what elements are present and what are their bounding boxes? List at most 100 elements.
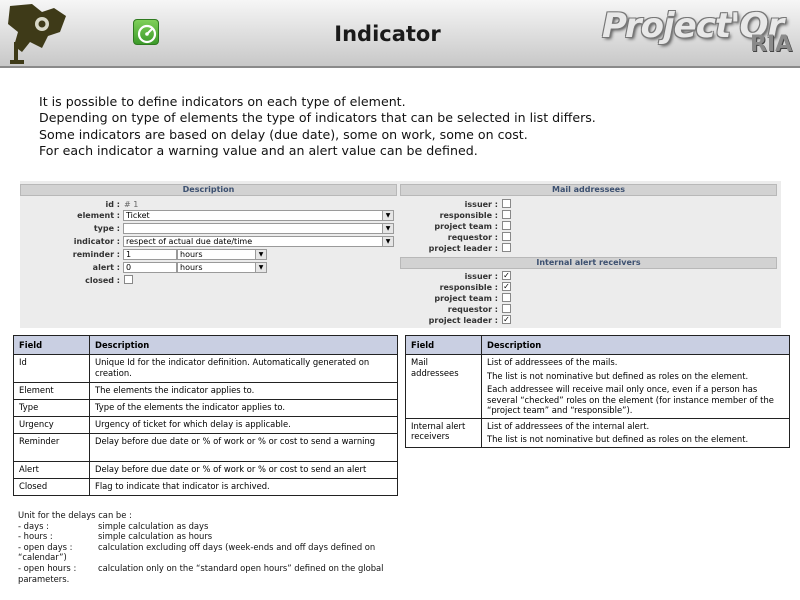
table-row: Alert Delay before due date or % of work…: [13, 461, 398, 479]
description-column-header: Description: [481, 335, 790, 355]
description-line: The list is not nominative but defined a…: [487, 370, 749, 381]
field-cell: Alert: [13, 461, 90, 479]
mail-issuer-checkbox[interactable]: [502, 199, 511, 208]
mail-project-team-checkbox[interactable]: [502, 221, 511, 230]
internal-role-label: responsible :: [439, 283, 498, 292]
indicator-form: Description id : # 1 element : Ticket ▼ …: [20, 181, 781, 328]
addressees-table: Field Description Mail addressees List o…: [405, 335, 790, 448]
unit-item: - hours : simple calculation as hours: [18, 531, 408, 542]
table-header-row: Field Description: [405, 335, 790, 355]
description-cell: Delay before due date or % of work or % …: [89, 461, 398, 479]
reminder-unit-value: hours: [180, 250, 203, 259]
internal-role-label: issuer :: [464, 272, 498, 281]
mail-project-leader-checkbox[interactable]: [502, 243, 511, 252]
table-row: Internal alert receivers List of address…: [405, 417, 790, 448]
mail-responsible-checkbox[interactable]: [502, 210, 511, 219]
mail-requestor-checkbox[interactable]: [502, 232, 511, 241]
unit-description: simple calculation as hours: [98, 531, 213, 542]
internal-responsible-checkbox[interactable]: ✓: [502, 282, 511, 291]
mail-role-label: requestor :: [447, 233, 498, 242]
table-row: Element The elements the indicator appli…: [13, 382, 398, 400]
alert-input[interactable]: 0: [123, 262, 177, 273]
mail-role-row: project leader :: [400, 243, 498, 255]
indicator-row: indicator :: [20, 236, 120, 248]
field-cell: Id: [13, 354, 90, 383]
field-cell: Urgency: [13, 416, 90, 434]
table-row: Closed Flag to indicate that indicator i…: [13, 478, 398, 496]
chevron-down-icon[interactable]: ▼: [382, 237, 393, 246]
field-column-header: Field: [13, 335, 90, 355]
table-row: Type Type of the elements the indicator …: [13, 399, 398, 417]
field-cell: Mail addressees: [405, 354, 482, 419]
table-row: Reminder Delay before due date or % of w…: [13, 433, 398, 462]
internal-role-label: requestor :: [447, 305, 498, 314]
field-cell: Internal alert receivers: [405, 417, 482, 448]
units-intro: Unit for the delays can be :: [18, 510, 132, 520]
table-row: Mail addressees List of addressees of th…: [405, 354, 790, 419]
chevron-down-icon[interactable]: ▼: [255, 250, 266, 259]
internal-issuer-checkbox[interactable]: ✓: [502, 271, 511, 280]
unit-description: simple calculation as days: [98, 520, 209, 531]
internal-requestor-checkbox[interactable]: [502, 304, 511, 313]
table-row: Id Unique Id for the indicator definitio…: [13, 354, 398, 383]
reminder-unit-select[interactable]: hours ▼: [177, 249, 267, 260]
description-line: List of addressees of the internal alert…: [487, 420, 650, 431]
chevron-down-icon[interactable]: ▼: [382, 211, 393, 220]
intro-line: Some indicators are based on delay (due …: [39, 126, 528, 142]
reminder-row: reminder :: [20, 249, 120, 261]
type-row: type :: [20, 223, 120, 235]
unit-item: - open hours : calculation only on the “s…: [18, 563, 408, 584]
unit-term: - open days :: [18, 541, 73, 552]
brand-logo: Project'Or RIA: [600, 6, 795, 62]
internal-project-team-checkbox[interactable]: [502, 293, 511, 302]
table-header-row: Field Description: [13, 335, 398, 355]
internal-project-leader-checkbox[interactable]: ✓: [502, 315, 511, 324]
field-cell: Type: [13, 399, 90, 417]
description-cell: List of addressees of the mails. The lis…: [481, 354, 790, 419]
indicator-label: indicator :: [73, 237, 120, 246]
alert-unit-value: hours: [180, 263, 203, 272]
type-select[interactable]: ▼: [123, 223, 394, 234]
indicator-select-value: respect of actual due date/time: [126, 237, 253, 246]
intro-line: Depending on type of elements the type o…: [39, 110, 596, 126]
description-line: The list is not nominative but defined a…: [487, 434, 749, 444]
closed-checkbox[interactable]: [124, 275, 133, 284]
indicator-select[interactable]: respect of actual due date/time ▼: [123, 236, 394, 247]
chevron-down-icon[interactable]: ▼: [382, 224, 393, 233]
element-select[interactable]: Ticket ▼: [123, 210, 394, 221]
element-row: element :: [20, 210, 120, 222]
description-cell: List of addressees of the internal alert…: [481, 417, 790, 448]
table-row: Urgency Urgency of ticket for which dela…: [13, 416, 398, 434]
description-cell: Unique Id for the indicator definition. …: [89, 354, 398, 383]
header-bar: Indicator Project'Or RIA: [0, 0, 800, 68]
internal-alert-header: Internal alert receivers: [400, 257, 777, 269]
internal-role-label: project leader :: [428, 316, 498, 325]
mail-role-label: project team :: [434, 222, 498, 231]
description-cell: Flag to indicate that indicator is archi…: [89, 478, 398, 496]
element-label: element :: [77, 211, 120, 220]
field-cell: Closed: [13, 478, 90, 496]
unit-item: - open days : calculation excluding off d…: [18, 542, 408, 563]
intro-line: It is possible to define indicators on e…: [39, 94, 406, 109]
id-label: id :: [105, 200, 120, 209]
description-cell: The elements the indicator applies to.: [89, 382, 398, 400]
reminder-input[interactable]: 1: [123, 249, 177, 260]
field-cell: Element: [13, 382, 90, 400]
internal-role-row: project leader :: [400, 315, 498, 327]
reminder-label: reminder :: [72, 250, 120, 259]
field-description-table: Field Description Id Unique Id for the i…: [13, 335, 398, 496]
units-note: Unit for the delays can be : - days : sim…: [18, 510, 408, 584]
field-cell: Reminder: [13, 433, 90, 462]
type-label: type :: [93, 224, 120, 233]
chevron-down-icon[interactable]: ▼: [255, 263, 266, 272]
alert-unit-select[interactable]: hours ▼: [177, 262, 267, 273]
field-column-header: Field: [405, 335, 482, 355]
description-line: Each addressee will receive mail only on…: [487, 384, 774, 415]
intro-line: For each indicator a warning value and a…: [39, 142, 478, 158]
mail-role-label: project leader :: [428, 244, 498, 253]
description-cell: Delay before due date or % of work or % …: [89, 433, 398, 462]
intro-text: It is possible to define indicators on e…: [39, 94, 739, 159]
unit-term: - open hours :: [18, 562, 77, 573]
closed-label: closed :: [85, 276, 120, 285]
brand-suffix: RIA: [750, 32, 793, 57]
